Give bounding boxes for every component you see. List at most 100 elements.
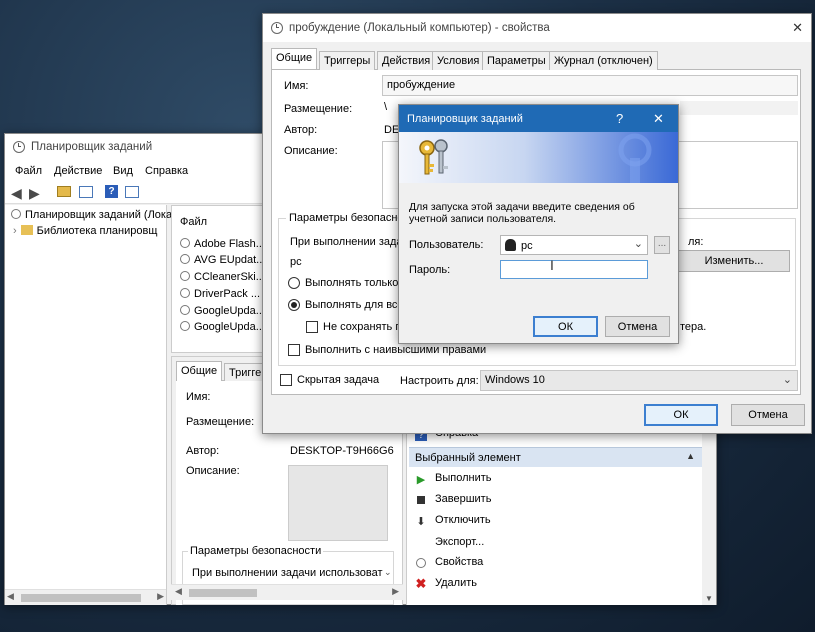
tab-conditions[interactable]: Условия — [432, 51, 485, 70]
details-runas-label: При выполнении задачи использоват — [192, 567, 383, 579]
menu-file[interactable]: Файл — [15, 165, 42, 177]
banner-watermark-icon — [618, 133, 652, 183]
dialog-titlebar[interactable]: Планировщик заданий ? ✕ — [399, 105, 678, 132]
dont-store-password-checkbox[interactable] — [306, 321, 318, 333]
radio-any-label: Выполнять для всех — [305, 299, 409, 311]
back-icon[interactable]: ◀ — [11, 185, 22, 202]
chevron-right-icon[interactable]: › — [13, 225, 17, 237]
details-description-box[interactable] — [288, 465, 388, 541]
tab-history[interactable]: Журнал (отключен) — [549, 51, 658, 70]
browse-user-button[interactable]: ... — [654, 236, 670, 254]
dialog-ok-button[interactable]: ОК — [533, 316, 598, 337]
menu-help[interactable]: Справка — [145, 165, 188, 177]
close-icon[interactable]: ✕ — [792, 20, 803, 36]
folder-icon — [20, 225, 33, 235]
details-name-label: Имя: — [186, 391, 211, 403]
radio-logged-on-only[interactable] — [288, 277, 300, 289]
details-description-label: Описание: — [186, 465, 240, 477]
task-row[interactable]: GoogleUpda... — [180, 305, 265, 317]
tab-triggers[interactable]: Триггеры — [319, 51, 376, 70]
close-icon[interactable]: ✕ — [653, 111, 664, 127]
action-pane-icon[interactable] — [125, 186, 139, 198]
show-hide-tree-icon[interactable] — [79, 186, 93, 198]
tab-actions[interactable]: Действия — [377, 51, 436, 70]
task-row[interactable]: DriverPack ... — [180, 288, 260, 300]
scroll-right-icon[interactable]: ▶ — [392, 586, 399, 597]
hidden-task-checkbox[interactable] — [280, 374, 292, 386]
tab-general[interactable]: Общие — [176, 361, 223, 382]
action-disable[interactable]: ⬇ Отключить — [415, 514, 491, 528]
action-properties[interactable]: Свойства — [415, 556, 483, 570]
action-run[interactable]: ▶ Выполнить — [415, 472, 492, 486]
tree-hscrollbar[interactable]: ◀ ▶ — [5, 589, 166, 605]
forward-icon[interactable]: ▶ — [29, 185, 40, 202]
dialog-message: Для запуска этой задачи введите сведения… — [409, 201, 635, 225]
change-user-button[interactable]: Изменить... — [678, 250, 790, 272]
actions-scrollbar[interactable]: ▼ — [702, 415, 716, 605]
scroll-left-icon[interactable]: ◀ — [175, 586, 182, 597]
help-icon[interactable]: ? — [616, 111, 623, 126]
task-row[interactable]: AVG EUpdat... — [180, 254, 265, 266]
scroll-down-icon[interactable]: ▼ — [705, 594, 713, 603]
list-header[interactable]: Файл — [180, 216, 207, 228]
task-name: DriverPack ... — [194, 288, 261, 300]
user-value: pc — [521, 240, 533, 252]
password-field[interactable] — [500, 260, 648, 279]
scroll-left-icon[interactable]: ◀ — [7, 591, 14, 602]
radio-logged-on-label: Выполнять только д — [305, 277, 408, 289]
action-label: Свойства — [435, 556, 484, 568]
tree-root[interactable]: Планировщик заданий (Лока — [11, 209, 172, 221]
user-label: Пользователь: — [409, 239, 484, 251]
props-cancel-button[interactable]: Отмена — [731, 404, 805, 426]
chevron-down-icon[interactable]: ⌄ — [634, 237, 643, 250]
chevron-down-icon: ⌄ — [782, 374, 792, 386]
task-row[interactable]: CCleanerSki... — [180, 271, 265, 283]
keys-icon — [419, 139, 448, 175]
tab-general[interactable]: Общие — [271, 48, 318, 69]
menu-view[interactable]: Вид — [113, 165, 133, 177]
dialog-cancel-button[interactable]: Отмена — [605, 316, 670, 337]
task-row[interactable]: Adobe Flash... — [180, 238, 265, 250]
clock-icon — [180, 238, 190, 248]
task-name-field[interactable]: пробуждение — [382, 75, 798, 96]
radio-run-whether-logged-on[interactable] — [288, 299, 300, 311]
scroll-right-icon[interactable]: ▶ — [157, 591, 164, 602]
arrow-down-icon: ⬇ — [416, 516, 426, 528]
configure-for-select[interactable]: Windows 10 ⌄ — [480, 370, 798, 391]
details-hscrollbar[interactable]: ◀ ▶ — [171, 584, 403, 600]
clock-icon — [415, 558, 427, 570]
location-label: Размещение: — [284, 103, 353, 115]
menu-action[interactable]: Действие — [54, 165, 102, 177]
collapse-icon[interactable]: ▲ — [686, 451, 695, 461]
highest-privileges-checkbox[interactable] — [288, 344, 300, 356]
run-as-user: pc — [290, 256, 302, 268]
scroll-thumb[interactable] — [21, 594, 141, 602]
task-row[interactable]: GoogleUpda... — [180, 321, 265, 333]
clock-icon — [180, 288, 190, 298]
scroll-thumb[interactable] — [189, 589, 257, 597]
action-label: Отключить — [435, 514, 491, 526]
tree-root-label: Планировщик заданий (Лока — [25, 209, 173, 221]
stop-icon — [415, 495, 427, 507]
text-cursor-icon: I — [550, 257, 554, 273]
tree-library[interactable]: › Библиотека планировщ — [13, 225, 157, 237]
props-titlebar[interactable]: пробуждение (Локальный компьютер) - свой… — [263, 14, 811, 42]
selected-item-header[interactable]: Выбранный элемент ▲ — [409, 447, 703, 467]
user-combobox[interactable]: pc ⌄ — [500, 235, 648, 255]
clock-icon — [180, 271, 190, 281]
action-end[interactable]: Завершить — [415, 493, 491, 507]
chevron-down-icon[interactable]: ⌄ — [384, 567, 392, 578]
clock-icon — [13, 141, 25, 153]
run-as-label: При выполнении зада — [290, 236, 403, 248]
props-ok-button[interactable]: ОК — [644, 404, 718, 426]
configure-for-label: Настроить для: — [400, 375, 479, 387]
details-author-value: DESKTOP-T9H66G6 — [290, 445, 394, 457]
action-export[interactable]: Экспорт... — [415, 535, 484, 548]
folder-up-icon[interactable] — [57, 186, 71, 197]
tab-settings[interactable]: Параметры — [482, 51, 551, 70]
help-icon[interactable]: ? — [105, 185, 118, 198]
action-delete[interactable]: ✖ Удалить — [415, 577, 477, 590]
selected-item-label: Выбранный элемент — [415, 452, 521, 464]
tab-triggers[interactable]: Тригге — [224, 363, 267, 382]
action-label: Экспорт... — [435, 536, 485, 548]
